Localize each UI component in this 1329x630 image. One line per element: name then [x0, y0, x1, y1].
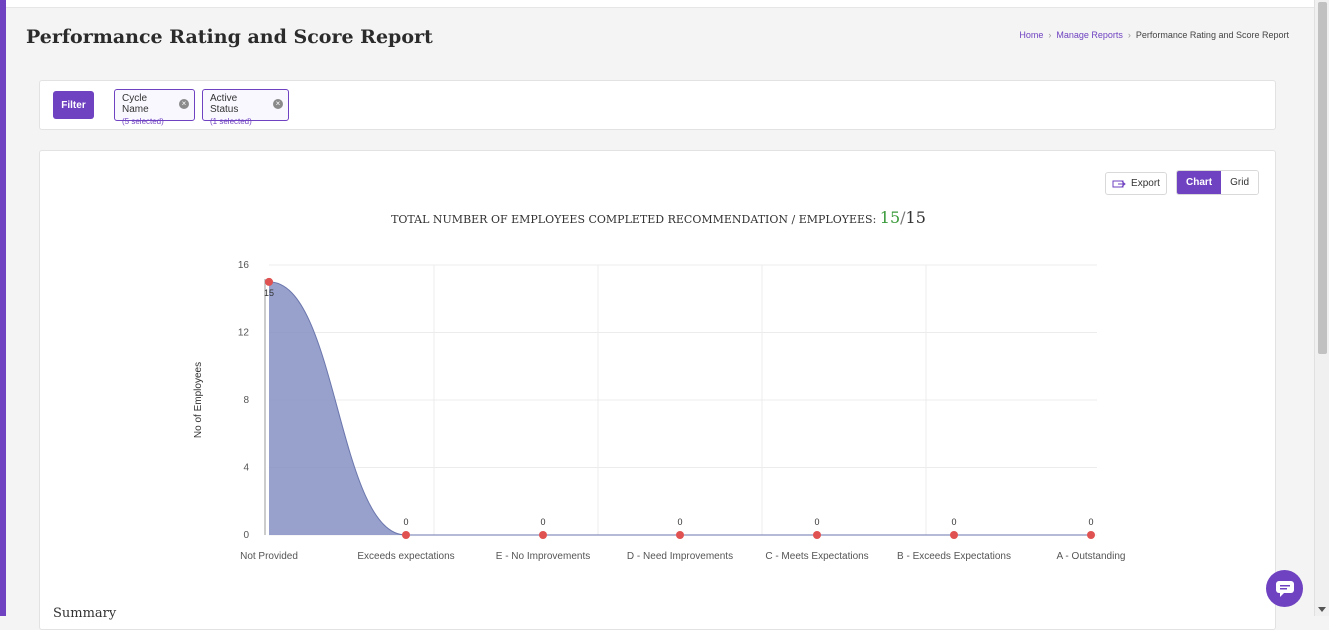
filter-panel: Filter Cycle Name (5 selected) × Active …: [39, 80, 1276, 130]
y-tick-label: 4: [243, 463, 249, 474]
chevron-right-icon: ›: [1127, 30, 1131, 40]
close-icon[interactable]: ×: [273, 99, 283, 109]
x-tick-label: Not Provided: [240, 551, 298, 562]
series-area: [269, 281, 1091, 535]
close-icon[interactable]: ×: [179, 99, 189, 109]
scroll-down-arrow-icon[interactable]: [1318, 607, 1326, 612]
filter-chip-cycle-name[interactable]: Cycle Name (5 selected) ×: [114, 89, 195, 126]
data-point-marker: [813, 531, 821, 539]
filter-chip-count: (1 selected): [210, 117, 252, 126]
chat-support-button[interactable]: [1266, 570, 1303, 607]
x-tick-label: E - No Improvements: [496, 551, 590, 562]
filter-chip-title: Active Status: [210, 93, 239, 115]
scrollbar-thumb[interactable]: [1318, 2, 1327, 354]
data-label: 0: [1088, 517, 1093, 527]
y-tick-label: 16: [238, 260, 250, 271]
breadcrumb: Home › Manage Reports › Performance Rati…: [1019, 30, 1289, 40]
data-point-marker: [950, 531, 958, 539]
breadcrumb-current: Performance Rating and Score Report: [1135, 30, 1289, 40]
data-label: 0: [814, 517, 819, 527]
data-label: 0: [951, 517, 956, 527]
data-label: 0: [540, 517, 545, 527]
data-point-marker: [539, 531, 547, 539]
data-label: 0: [403, 517, 408, 527]
vertical-scrollbar[interactable]: [1314, 0, 1329, 616]
y-axis-title: No of Employees: [193, 362, 204, 438]
x-tick-label: C - Meets Expectations: [765, 551, 868, 562]
breadcrumb-home[interactable]: Home: [1019, 30, 1043, 40]
filter-chip-active-status[interactable]: Active Status (1 selected) ×: [202, 89, 289, 126]
y-tick-label: 8: [243, 395, 249, 406]
chat-icon: [1275, 580, 1294, 597]
series-line: [268, 281, 1091, 536]
y-tick-label: 12: [238, 328, 250, 339]
x-tick-label: Exceeds expectations: [357, 551, 454, 562]
chevron-right-icon: ›: [1048, 30, 1052, 40]
x-tick-label: B - Exceeds Expectations: [897, 551, 1011, 562]
left-accent-bar: [0, 0, 6, 616]
page-title: Performance Rating and Score Report: [26, 26, 433, 48]
summary-heading: Summary: [53, 606, 117, 621]
y-tick-label: 0: [243, 530, 249, 541]
data-label: 15: [264, 288, 274, 298]
rating-area-chart: 0 4 8 12 16 15 0 0 0 0 0 0 Not Provided Exceeds expec…: [193, 260, 1126, 562]
data-point-marker: [402, 531, 410, 539]
data-point-marker: [676, 531, 684, 539]
x-tick-label: A - Outstanding: [1057, 551, 1126, 562]
x-tick-label: D - Need Improvements: [627, 551, 733, 562]
filter-chip-count: (5 selected): [122, 117, 164, 126]
data-point-marker: [1087, 531, 1095, 539]
chart-panel: Export Chart Grid TOTAL NUMBER OF EMPLOY…: [39, 150, 1276, 630]
breadcrumb-manage-reports[interactable]: Manage Reports: [1056, 30, 1123, 40]
top-header-strip: [6, 0, 1314, 8]
data-label: 0: [677, 517, 682, 527]
filter-chip-title: Cycle Name: [122, 93, 149, 115]
filter-button[interactable]: Filter: [53, 91, 94, 119]
data-point-marker: [265, 277, 273, 286]
